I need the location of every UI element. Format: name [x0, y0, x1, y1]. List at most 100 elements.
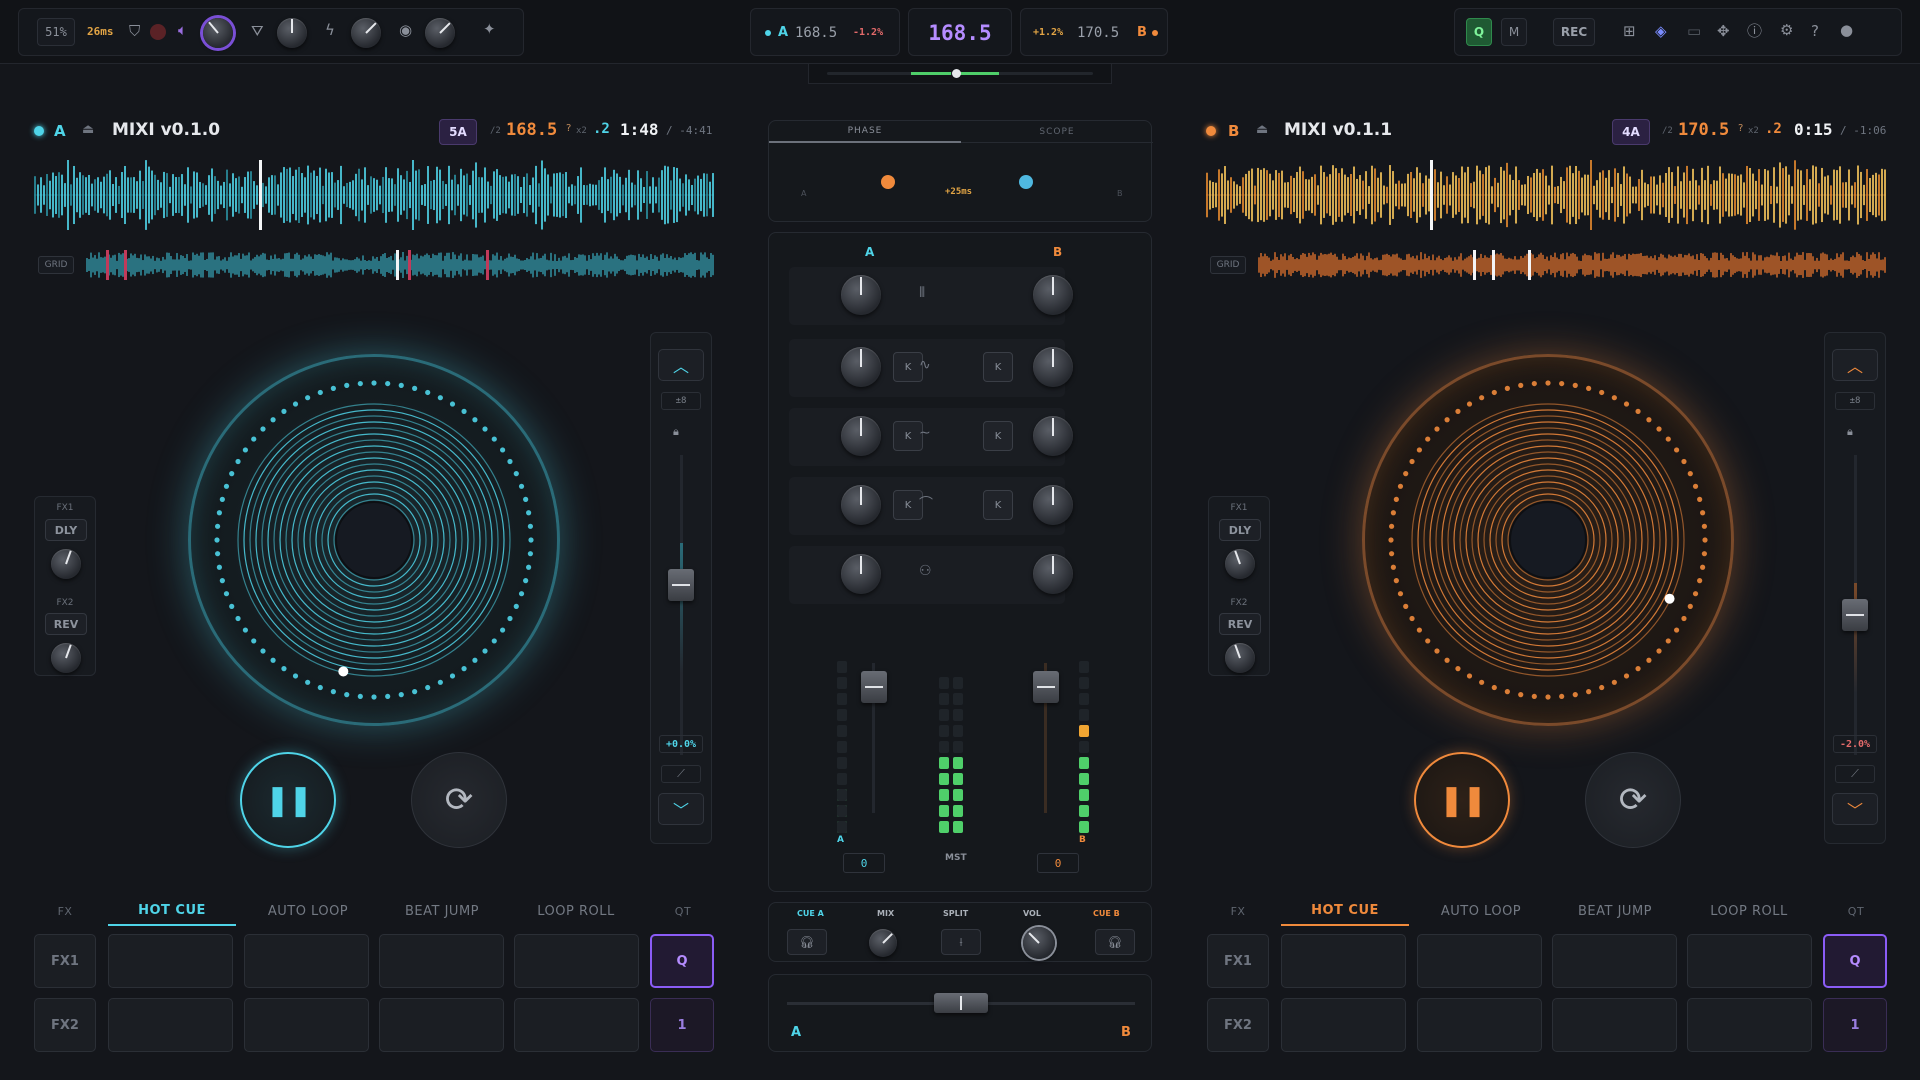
deck-b-fx1-knob[interactable] — [1225, 549, 1255, 579]
deck-a-play-pause-button[interactable]: ❚❚ — [240, 752, 336, 848]
channel-b-high-knob[interactable] — [1033, 347, 1073, 387]
channel-b-color-knob[interactable] — [1033, 554, 1073, 594]
deck-a-cue-pad[interactable] — [108, 934, 233, 988]
bolt-icon[interactable]: ϟ — [325, 23, 335, 38]
deck-b-lock-icon[interactable]: 🔒︎ — [1847, 425, 1853, 439]
deck-b-fx2-knob[interactable] — [1225, 643, 1255, 673]
deck-b-pitch-fader[interactable] — [1842, 599, 1868, 631]
deck-a-grid-button[interactable]: GRID — [38, 256, 74, 274]
deck-a-fx1-pad[interactable]: FX1 — [34, 934, 96, 988]
deck-b-grid-button[interactable]: GRID — [1210, 256, 1246, 274]
channel-b-mid-knob[interactable] — [1033, 416, 1073, 456]
deck-b-fx2-pad[interactable]: FX2 — [1207, 998, 1269, 1052]
cue-a-button[interactable]: 🎧︎ — [787, 929, 827, 955]
deck-a-cue-pad[interactable] — [379, 934, 504, 988]
folder-plus-icon[interactable]: ▭ — [1687, 24, 1701, 39]
deck-a-fx1-button[interactable]: DLY — [45, 519, 87, 541]
deck-a-pitch-range-button[interactable]: ±8 — [661, 392, 701, 410]
deck-b-jog-wheel[interactable] — [1362, 354, 1734, 726]
crossfader-handle[interactable] — [934, 993, 988, 1013]
headphone-mix-knob[interactable] — [869, 929, 897, 957]
tab-loop-roll[interactable]: LOOP ROLL — [512, 896, 640, 926]
channel-a-volume-fader[interactable] — [861, 671, 887, 703]
gear-icon[interactable]: ⚙ — [1780, 23, 1793, 38]
deck-a-waveform[interactable] — [34, 160, 714, 230]
deck-b-pitch-down-button[interactable]: ﹀ — [1832, 793, 1878, 825]
visual-knob[interactable] — [425, 18, 455, 48]
deck-a-pitch-bend-icon[interactable]: ⟋ — [661, 765, 701, 783]
deck-b-pitch-bend-icon[interactable]: ⟋ — [1835, 765, 1875, 783]
deck-b-cue-pad[interactable] — [1281, 934, 1406, 988]
deck-a-fx2-pad[interactable]: FX2 — [34, 998, 96, 1052]
headphone-volume-knob[interactable] — [1023, 927, 1055, 959]
channel-b-mid-kill-button[interactable]: K — [983, 421, 1013, 451]
deck-a-fx2-knob[interactable] — [51, 643, 81, 673]
tab-loop-roll[interactable]: LOOP ROLL — [1685, 896, 1813, 926]
deck-a-cue-pad[interactable] — [108, 998, 233, 1052]
channel-b-high-kill-button[interactable]: K — [983, 352, 1013, 382]
deck-a-cue-pad[interactable] — [244, 998, 369, 1052]
deck-b-cue-pad[interactable] — [1687, 998, 1812, 1052]
tab-auto-loop[interactable]: AUTO LOOP — [1417, 896, 1545, 926]
channel-a-high-knob[interactable] — [841, 347, 881, 387]
deck-a-jog-wheel[interactable] — [188, 354, 560, 726]
deck-a-x2-button[interactable]: x2 — [576, 126, 587, 136]
deck-a-fx1-knob[interactable] — [51, 549, 81, 579]
deck-a-cue-pad[interactable] — [514, 934, 639, 988]
record-icon[interactable] — [150, 24, 166, 40]
tab-hot-cue[interactable]: HOT CUE — [1281, 896, 1409, 926]
grid-icon[interactable]: ⊞ — [1623, 24, 1636, 39]
channel-b-low-kill-button[interactable]: K — [983, 490, 1013, 520]
deck-a-quantize-pad[interactable]: Q — [650, 934, 714, 988]
help-icon[interactable]: ? — [1811, 24, 1819, 39]
midi-button[interactable]: M — [1501, 18, 1527, 46]
channel-b-low-knob[interactable] — [1033, 485, 1073, 525]
speaker-icon[interactable]: 🔈︎ — [178, 23, 187, 38]
deck-b-cue-pad[interactable] — [1417, 934, 1542, 988]
deck-a-fx2-button[interactable]: REV — [45, 613, 87, 635]
eject-icon[interactable]: ⏏ — [82, 122, 94, 137]
channel-b-volume-fader[interactable] — [1033, 671, 1059, 703]
deck-b-fx2-button[interactable]: REV — [1219, 613, 1261, 635]
tab-beat-jump[interactable]: BEAT JUMP — [378, 896, 506, 926]
deck-b-cue-pad[interactable] — [1417, 998, 1542, 1052]
deck-b-sync-button[interactable]: ⟳ — [1585, 752, 1681, 848]
alert-icon[interactable]: ⓘ — [1747, 24, 1762, 39]
deck-a-cue-pad[interactable] — [379, 998, 504, 1052]
tab-auto-loop[interactable]: AUTO LOOP — [244, 896, 372, 926]
deck-a-overview[interactable] — [86, 250, 714, 280]
cue-b-button[interactable]: 🎧︎ — [1095, 929, 1135, 955]
channel-b-gain-knob[interactable] — [1033, 275, 1073, 315]
tab-scope[interactable]: SCOPE — [961, 121, 1153, 143]
deck-b-fx1-pad[interactable]: FX1 — [1207, 934, 1269, 988]
record-button[interactable]: REC — [1553, 18, 1595, 46]
channel-a-mid-knob[interactable] — [841, 416, 881, 456]
tab-beat-jump[interactable]: BEAT JUMP — [1551, 896, 1679, 926]
deck-a-pitch-down-button[interactable]: ﹀ — [658, 793, 704, 825]
deck-b-x2-button[interactable]: x2 — [1748, 126, 1759, 136]
channel-a-color-knob[interactable] — [841, 554, 881, 594]
eject-icon[interactable]: ⏏ — [1256, 122, 1268, 137]
split-button[interactable]: ⟊ — [941, 929, 981, 955]
deck-b-cue-pad[interactable] — [1687, 934, 1812, 988]
deck-b-cue-pad[interactable] — [1552, 998, 1677, 1052]
gamepad-icon[interactable]: ✥ — [1717, 24, 1730, 39]
deck-a-cue-pad[interactable] — [514, 998, 639, 1052]
deck-b-cue-pad[interactable] — [1281, 998, 1406, 1052]
deck-b-quantize-pad[interactable]: Q — [1823, 934, 1887, 988]
github-icon[interactable]: ● — [1840, 23, 1853, 38]
deck-b-waveform[interactable] — [1206, 160, 1886, 230]
deck-b-cue-pad[interactable] — [1552, 934, 1677, 988]
deck-b-pitch-range-button[interactable]: ±8 — [1835, 392, 1875, 410]
master-volume-knob[interactable] — [203, 18, 233, 48]
deck-a-half-button[interactable]: /2 — [490, 126, 501, 136]
deck-b-fx1-button[interactable]: DLY — [1219, 519, 1261, 541]
deck-a-quantize-value[interactable]: 1 — [650, 998, 714, 1052]
filter-knob[interactable] — [277, 18, 307, 48]
channel-a-low-knob[interactable] — [841, 485, 881, 525]
quantize-button[interactable]: Q — [1466, 18, 1492, 46]
deck-b-play-pause-button[interactable]: ❚❚ — [1414, 752, 1510, 848]
deck-a-lock-icon[interactable]: 🔒︎ — [673, 425, 679, 439]
deck-b-quantize-value[interactable]: 1 — [1823, 998, 1887, 1052]
deck-b-pitch-up-button[interactable]: ︿ — [1832, 349, 1878, 381]
